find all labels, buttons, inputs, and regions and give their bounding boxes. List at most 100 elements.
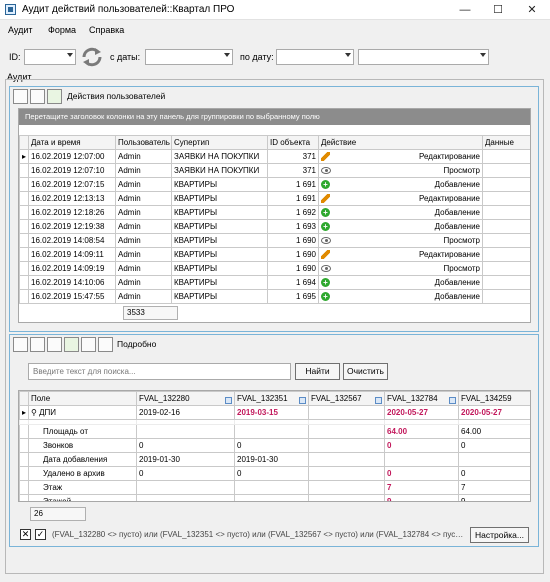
chevron-down-icon	[480, 53, 486, 57]
table-row[interactable]: ▸ 16.02.2019 12:07:00 Admin ЗАЯВКИ НА ПОКУП…	[19, 149, 530, 164]
search-icon[interactable]	[30, 337, 45, 352]
col-supertype[interactable]: Супертип	[171, 135, 268, 150]
row-marker: ▸	[19, 149, 29, 164]
to-date-picker[interactable]	[276, 49, 354, 65]
col-fval-132280[interactable]: FVAL_132280	[136, 391, 235, 406]
search-icon[interactable]	[13, 89, 28, 104]
cell-value: 2019-01-30	[136, 452, 235, 467]
cell-value: 0	[234, 438, 309, 453]
group-row[interactable]: ▸ ⚲ ДПИ 2019-02-16 2019-03-15 2020-05-27 2020…	[19, 405, 530, 420]
filter-icon[interactable]	[299, 396, 306, 404]
cell-value: 0	[234, 466, 309, 481]
col-action[interactable]: Действие	[318, 135, 483, 150]
cell-value	[308, 466, 385, 481]
row-marker	[19, 233, 29, 248]
cell-data	[482, 247, 530, 262]
table-row[interactable]: 16.02.2019 12:07:10 Admin ЗАЯВКИ НА ПОКУПК…	[19, 163, 530, 178]
cell-supertype: КВАРТИРЫ	[171, 233, 268, 248]
refresh-icon[interactable]	[80, 45, 104, 69]
cell-supertype: ЗАЯВКИ НА ПОКУПКИ	[171, 149, 268, 164]
cell-value	[234, 424, 309, 439]
menu-help[interactable]: Справка	[89, 25, 124, 35]
action-label: Просмотр	[443, 236, 480, 245]
action-label: Добавление	[434, 277, 480, 287]
maximize-button[interactable]: ☐	[481, 0, 515, 20]
row-marker	[19, 219, 29, 234]
filter-icon[interactable]	[449, 396, 456, 404]
table-row[interactable]: 16.02.2019 14:10:06 Admin КВАРТИРЫ 1 694 + До…	[19, 275, 530, 290]
table-row[interactable]: 16.02.2019 12:07:15 Admin КВАРТИРЫ 1 691 + До…	[19, 177, 530, 192]
col-object-id[interactable]: ID объекта	[267, 135, 319, 150]
table-row[interactable]: 16.02.2019 12:18:26 Admin КВАРТИРЫ 1 692 + До…	[19, 205, 530, 220]
group-hint: Перетащите заголовок колонки на эту пане…	[19, 109, 530, 125]
cell-supertype: КВАРТИРЫ	[171, 219, 268, 234]
clear-button[interactable]: Очистить	[343, 363, 388, 380]
settings-button[interactable]: Настройка...	[470, 527, 529, 543]
cell-value: 0	[458, 438, 530, 453]
row-marker	[19, 424, 29, 439]
columns-icon[interactable]	[98, 337, 113, 352]
table-row[interactable]: Звонков 0 0 0 0	[19, 438, 530, 453]
table-row[interactable]: 16.02.2019 14:09:11 Admin КВАРТИРЫ 1 690 Ред…	[19, 247, 530, 262]
export-icon[interactable]	[64, 337, 79, 352]
edit-icon	[321, 152, 330, 162]
close-button[interactable]: ✕	[515, 0, 549, 20]
cell-data	[482, 275, 530, 290]
col-user[interactable]: Пользователь	[115, 135, 172, 150]
view-icon	[321, 265, 331, 273]
id-combo[interactable]	[24, 49, 76, 65]
details-search-input[interactable]: Введите текст для поиска...	[28, 363, 291, 380]
cell-value: 7	[458, 480, 530, 495]
col-fval-134259[interactable]: FVAL_134259	[458, 391, 530, 406]
table-row[interactable]: Удалено в архив 0 0 0 0	[19, 466, 530, 481]
table-row[interactable]: Площадь от 64.00 64.00	[19, 424, 530, 439]
col-field[interactable]: Поле	[28, 391, 137, 406]
print-icon[interactable]	[30, 89, 45, 104]
cell-datetime: 16.02.2019 15:47:55	[28, 289, 116, 304]
export-icon[interactable]	[47, 89, 62, 104]
table-row[interactable]: 16.02.2019 12:13:13 Admin КВАРТИРЫ 1 691 Ред…	[19, 191, 530, 206]
cell-value	[384, 452, 459, 467]
table-row[interactable]: 16.02.2019 12:19:38 Admin КВАРТИРЫ 1 693 + До…	[19, 219, 530, 234]
cell-user: Admin	[115, 191, 172, 206]
col-fval-132567[interactable]: FVAL_132567	[308, 391, 385, 406]
filter-icon[interactable]	[225, 396, 232, 404]
cell-object-id: 1 693	[267, 219, 319, 234]
menu-audit[interactable]: Аудит	[8, 25, 33, 35]
col-fval-132784[interactable]: FVAL_132784	[384, 391, 459, 406]
add-icon: +	[321, 180, 330, 190]
details-title: Подробно	[117, 339, 157, 349]
cell-data	[482, 219, 530, 234]
type-select[interactable]	[358, 49, 489, 65]
table-row[interactable]: Дата добавления 2019-01-30 2019-01-30	[19, 452, 530, 467]
print-icon[interactable]	[47, 337, 62, 352]
filter-clear-icon[interactable]: ✕	[20, 529, 31, 540]
table-row[interactable]: 16.02.2019 14:08:54 Admin КВАРТИРЫ 1 690 Про…	[19, 233, 530, 248]
collapse-icon[interactable]	[13, 337, 28, 352]
grid-icon[interactable]	[81, 337, 96, 352]
table-row[interactable]: 16.02.2019 15:47:55 Admin КВАРТИРЫ 1 695 + До…	[19, 289, 530, 304]
action-label: Редактирование	[419, 151, 480, 161]
menu-form[interactable]: Форма	[48, 25, 76, 35]
group-value: 2019-02-16	[136, 405, 235, 420]
col-fval-132351[interactable]: FVAL_132351	[234, 391, 309, 406]
cell-data	[482, 191, 530, 206]
find-button[interactable]: Найти	[295, 363, 340, 380]
table-row[interactable]: Этаж 7 7	[19, 480, 530, 495]
filter-icon[interactable]	[375, 396, 382, 404]
cell-value: 0	[384, 466, 459, 481]
cell-action: + Добавление	[318, 275, 483, 290]
view-icon	[321, 237, 331, 245]
col-datetime[interactable]: Дата и время	[28, 135, 116, 150]
cell-object-id: 1 694	[267, 275, 319, 290]
table-row[interactable]: Этажей 9 9	[19, 494, 530, 501]
filter-enable-checkbox[interactable]: ✓	[35, 529, 46, 540]
from-date-picker[interactable]	[145, 49, 233, 65]
table-row[interactable]: 16.02.2019 14:09:19 Admin КВАРТИРЫ 1 690 Про…	[19, 261, 530, 276]
edit-icon	[321, 194, 330, 204]
minimize-button[interactable]: —	[448, 0, 482, 20]
cell-user: Admin	[115, 219, 172, 234]
col-data[interactable]: Данные	[482, 135, 530, 150]
cell-user: Admin	[115, 149, 172, 164]
cell-value: 9	[384, 494, 459, 501]
